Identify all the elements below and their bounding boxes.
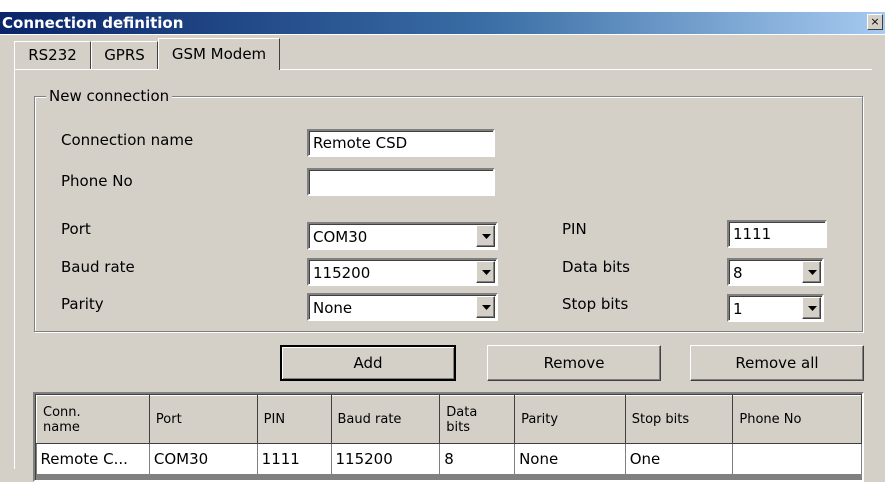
pin-label: PIN — [562, 220, 587, 238]
tab-label: GPRS — [104, 46, 145, 64]
column-header-line1: Parity — [521, 412, 559, 427]
phone-input[interactable] — [313, 170, 493, 194]
column-header-data-bits[interactable]: Data bits — [439, 395, 516, 444]
window-title: Connection definition — [2, 14, 184, 32]
pin-field[interactable] — [727, 220, 827, 248]
port-value: COM30 — [313, 228, 368, 246]
tab-label: RS232 — [28, 46, 77, 64]
column-header-line1: Stop bits — [631, 412, 690, 427]
column-header-line1: PIN — [263, 412, 286, 427]
baud-rate-label: Baud rate — [61, 258, 135, 276]
parity-value: None — [313, 299, 353, 317]
column-header-baud-rate[interactable]: Baud rate — [330, 395, 441, 444]
group-legend: New connection — [46, 87, 173, 105]
chevron-down-icon — [482, 270, 491, 275]
parity-select[interactable]: None — [307, 293, 498, 321]
parity-label: Parity — [61, 295, 104, 313]
table-cell[interactable]: Remote C... — [36, 443, 150, 475]
column-header-parity[interactable]: Parity — [514, 395, 626, 444]
port-dropdown-button[interactable] — [476, 225, 495, 247]
table-cell[interactable]: 8 — [439, 443, 516, 475]
connection-name-input[interactable] — [313, 131, 493, 155]
port-select[interactable]: COM30 — [307, 222, 498, 250]
column-header-port[interactable]: Port — [148, 395, 258, 444]
baud-rate-select[interactable]: 115200 — [307, 258, 498, 286]
data-bits-value: 8 — [733, 264, 743, 282]
column-header-line1: Baud rate — [337, 412, 402, 427]
table-cell[interactable]: None — [514, 443, 626, 475]
table-row[interactable]: Remote C... COM30 1111 115200 8 None One — [36, 443, 862, 475]
column-header-pin[interactable]: PIN — [256, 395, 332, 444]
chevron-down-icon — [482, 234, 491, 239]
table-cell[interactable]: 115200 — [331, 443, 441, 475]
pin-input[interactable] — [733, 222, 825, 246]
column-header-line1: Phone No — [739, 412, 802, 427]
table-cell[interactable]: COM30 — [149, 443, 258, 475]
title-bar: Connection definition × — [0, 0, 885, 35]
tab-rs232[interactable]: RS232 — [14, 41, 91, 69]
phone-field[interactable] — [307, 168, 495, 196]
baud-rate-dropdown-button[interactable] — [476, 261, 495, 283]
table-cell[interactable] — [732, 443, 862, 475]
add-button[interactable]: Add — [280, 345, 456, 381]
data-bits-select[interactable]: 8 — [727, 258, 824, 286]
column-header-phone-no[interactable]: Phone No — [732, 395, 862, 444]
baud-rate-value: 115200 — [313, 264, 371, 282]
column-header-stop-bits[interactable]: Stop bits — [624, 395, 734, 444]
data-bits-label: Data bits — [562, 258, 630, 276]
column-header-line1: Conn. — [43, 404, 81, 420]
parity-dropdown-button[interactable] — [476, 296, 495, 318]
table-cell[interactable]: 1111 — [257, 443, 332, 475]
stop-bits-value: 1 — [733, 300, 743, 318]
remove-all-button[interactable]: Remove all — [690, 345, 864, 381]
stop-bits-dropdown-button[interactable] — [802, 297, 821, 319]
chevron-down-icon — [808, 270, 817, 275]
data-bits-dropdown-button[interactable] — [802, 261, 821, 283]
tab-label: GSM Modem — [171, 45, 267, 63]
port-label: Port — [61, 220, 91, 238]
stop-bits-select[interactable]: 1 — [727, 294, 824, 322]
remove-button[interactable]: Remove — [487, 345, 661, 381]
chevron-down-icon — [482, 305, 491, 310]
tab-gprs[interactable]: GPRS — [91, 41, 158, 69]
column-header-conn-name[interactable]: Conn. name — [36, 395, 150, 444]
close-icon: × — [870, 15, 880, 28]
stop-bits-label: Stop bits — [562, 295, 629, 313]
chevron-down-icon — [808, 306, 817, 311]
column-header-line1: Data — [446, 404, 478, 420]
connection-name-label: Connection name — [61, 131, 194, 149]
column-header-line1: Port — [155, 412, 182, 427]
tab-gsm-modem[interactable]: GSM Modem — [158, 38, 280, 70]
column-header-line2: name — [43, 419, 80, 435]
phone-label: Phone No — [61, 172, 133, 190]
connection-name-field[interactable] — [307, 129, 495, 157]
table-header-row: Conn. name Port PIN Baud rate Data bits Pa… — [36, 395, 862, 444]
close-button[interactable]: × — [867, 14, 883, 30]
connections-table: Conn. name Port PIN Baud rate Data bits Pa… — [33, 392, 864, 482]
table-cell[interactable]: One — [625, 443, 734, 475]
column-header-line2: bits — [446, 419, 470, 435]
